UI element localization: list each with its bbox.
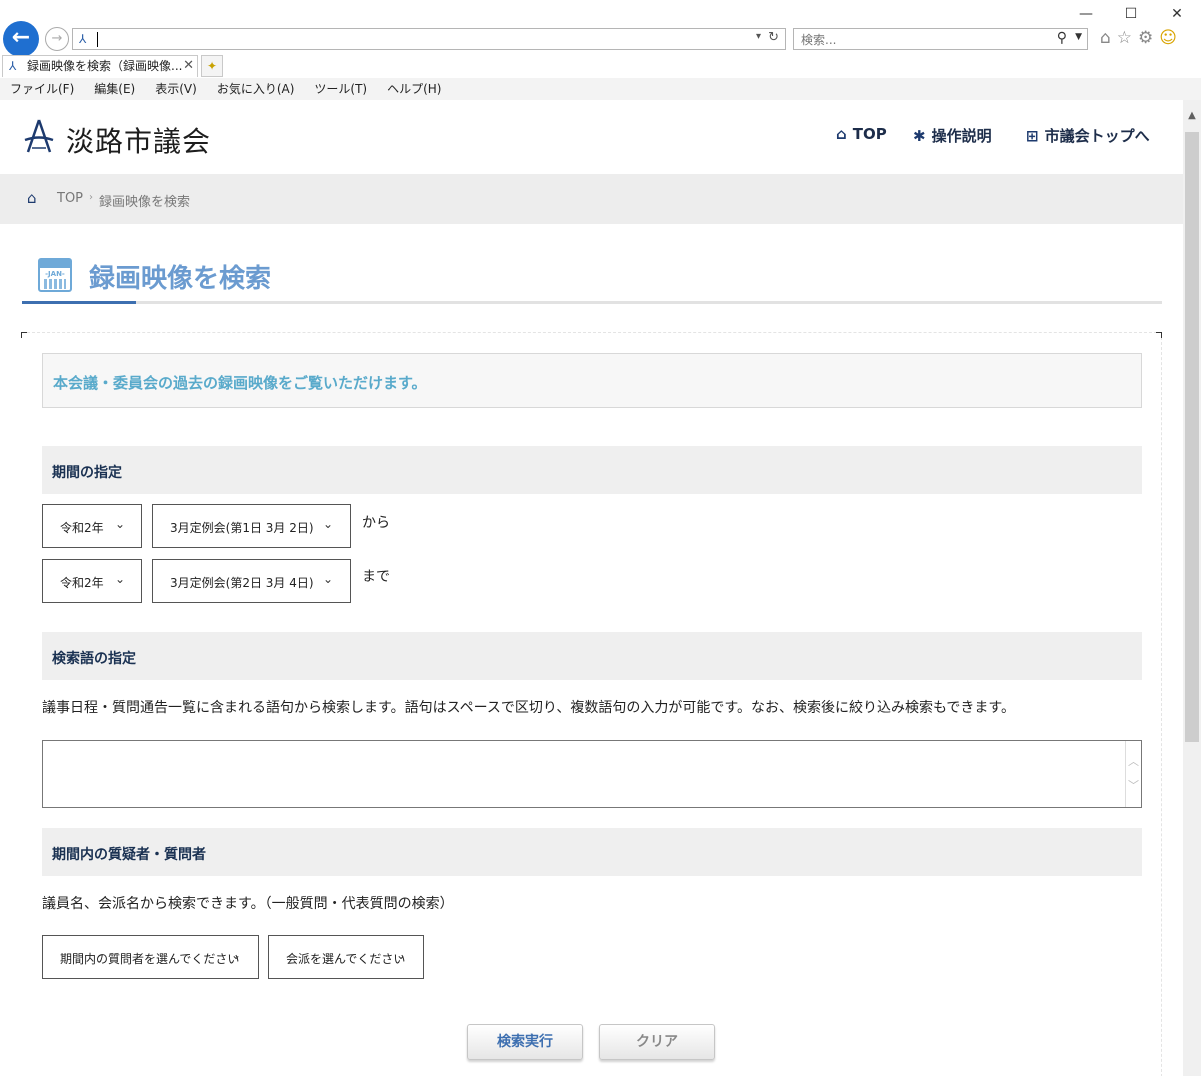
questioner-select[interactable]: 期間内の質問者を選んでください ⌄ [42,935,259,979]
page-content: 淡路市議会 ⌂ TOP ✱ 操作説明 ⊞ 市議会トップへ ⌂ TOP › 録画映像を検… [0,100,1183,1076]
home-icon[interactable]: ⌂ [1100,28,1117,48]
from-suffix: から [362,515,390,531]
chevron-down-icon: ⌄ [231,948,242,962]
keyword-heading: 検索語の指定 [52,651,136,667]
period-section-header: 期間の指定 [42,446,1142,494]
site-header: 淡路市議会 ⌂ TOP ✱ 操作説明 ⊞ 市議会トップへ [0,100,1183,174]
breadcrumb: ⌂ TOP › 録画映像を検索 [0,174,1183,224]
page-title: 録画映像を検索 [89,264,272,294]
breadcrumb-top-link[interactable]: TOP [57,191,83,206]
breadcrumb-separator-icon: › [89,192,93,203]
browser-search-input[interactable] [794,30,1034,50]
chevron-down-icon: ⌄ [323,572,334,586]
from-session-select[interactable]: 3月定例会(第1日 3月 2日) ⌄ [152,504,351,548]
maximize-button[interactable]: ☐ [1117,4,1145,24]
site-name: 淡路市議会 [66,125,212,158]
address-dropdown-icon[interactable]: ▾ [756,31,761,42]
keyword-input[interactable] [43,741,1125,807]
favorites-star-icon[interactable]: ☆ [1117,28,1138,48]
tab-close-icon[interactable]: ✕ [183,56,194,76]
menu-favorites[interactable]: お気に入り(A) [217,82,295,96]
menu-tools[interactable]: ツール(T) [314,82,367,96]
chevron-down-icon[interactable]: ﹀ [1128,777,1139,793]
page-title-block: -JAN- 録画映像を検索 [22,250,1162,304]
title-accent-bar [22,301,136,304]
header-nav-top[interactable]: ⌂ TOP [836,125,887,143]
search-submit-button[interactable]: 検索実行 [467,1024,583,1060]
gear-icon: ✱ [913,127,926,145]
browser-chrome: — ☐ ✕ ← → ⅄ ▾ ↻ ⚲ ▼ ⌂☆⚙☺ ⅄ 録画映像を検索（録画映像.… [0,0,1201,100]
chevron-up-icon[interactable]: ︿ [1128,753,1139,769]
header-nav-council-top-label: 市議会トップへ [1044,127,1150,145]
new-tab-icon[interactable]: ✦ [201,55,223,77]
clear-button[interactable]: クリア [599,1024,715,1060]
header-nav-guide[interactable]: ✱ 操作説明 [913,125,992,146]
breadcrumb-home-icon[interactable]: ⌂ [27,189,37,207]
menu-file[interactable]: ファイル(F) [10,82,74,96]
breadcrumb-current: 録画映像を検索 [99,195,191,210]
questioner-description: 議員名、会派名から検索できます。（一般質問・代表質問の検索） [42,896,454,912]
intro-box: 本会議・委員会の過去の録画映像をご覧いただけます。 [42,353,1142,408]
header-nav-guide-label: 操作説明 [931,127,992,145]
browser-tab[interactable]: ⅄ 録画映像を検索（録画映像... ✕ [2,55,198,77]
from-year-select[interactable]: 令和2年 ⌄ [42,504,142,548]
close-window-button[interactable]: ✕ [1163,4,1191,24]
sitemap-icon: ⊞ [1026,127,1039,145]
keyword-section-header: 検索語の指定 [42,632,1142,680]
scroll-up-icon[interactable]: ▲ [1183,110,1201,121]
to-suffix: まで [362,569,390,585]
search-dropdown-icon[interactable]: ▼ [1075,32,1082,42]
text-caret [97,32,98,47]
header-nav-top-label: TOP [852,125,887,143]
questioner-heading: 期間内の質疑者・質問者 [52,847,206,863]
keyword-description: 議事日程・質問通告一覧に含まれる語句から検索します。語句はスペースで区切り、複数… [42,700,1015,716]
chevron-down-icon: ⌄ [115,572,126,586]
menu-bar: ファイル(F) 編集(E) 表示(V) お気に入り(A) ツール(T) ヘルプ(H) [0,78,1201,100]
address-bar[interactable]: ⅄ ▾ ↻ [72,28,786,50]
keyword-textarea-box[interactable]: ︿ ﹀ [42,740,1142,808]
questioner-section-header: 期間内の質疑者・質問者 [42,828,1142,876]
calendar-month-label: -JAN- [45,270,65,278]
browser-search-box[interactable]: ⚲ ▼ [793,28,1088,50]
period-heading: 期間の指定 [52,465,122,481]
menu-help[interactable]: ヘルプ(H) [387,82,441,96]
back-arrow-icon[interactable]: ← [3,21,39,57]
search-icon[interactable]: ⚲ [1057,30,1067,46]
refresh-icon[interactable]: ↻ [768,30,779,45]
awaji-logo-icon [24,119,54,153]
menu-edit[interactable]: 編集(E) [94,82,135,96]
home-icon: ⌂ [836,125,847,143]
page-scrollbar[interactable]: ▲ [1183,100,1201,1076]
feedback-smiley-icon[interactable]: ☺ [1159,28,1183,48]
textarea-scrollbar[interactable]: ︿ ﹀ [1125,741,1141,807]
chevron-down-icon: ⌄ [396,948,407,962]
browser-toolbar-icons: ⌂☆⚙☺ [1100,28,1200,50]
site-favicon-icon: ⅄ [79,32,87,46]
forward-arrow-icon[interactable]: → [45,27,69,51]
faction-select[interactable]: 会派を選んでください ⌄ [268,935,424,979]
calendar-icon: -JAN- [38,258,72,292]
tab-title: 録画映像を検索（録画映像... [27,59,183,73]
minimize-button[interactable]: — [1072,4,1100,24]
scrollbar-thumb[interactable] [1185,132,1199,742]
tab-favicon-icon: ⅄ [9,59,17,73]
to-year-select[interactable]: 令和2年 ⌄ [42,559,142,603]
intro-text: 本会議・委員会の過去の録画映像をご覧いただけます。 [53,374,427,392]
to-session-select[interactable]: 3月定例会(第2日 3月 4日) ⌄ [152,559,351,603]
chevron-down-icon: ⌄ [323,517,334,531]
menu-view[interactable]: 表示(V) [155,82,197,96]
tools-gear-icon[interactable]: ⚙ [1138,28,1159,48]
chevron-down-icon: ⌄ [115,517,126,531]
header-nav-council-top[interactable]: ⊞ 市議会トップへ [1026,125,1150,146]
